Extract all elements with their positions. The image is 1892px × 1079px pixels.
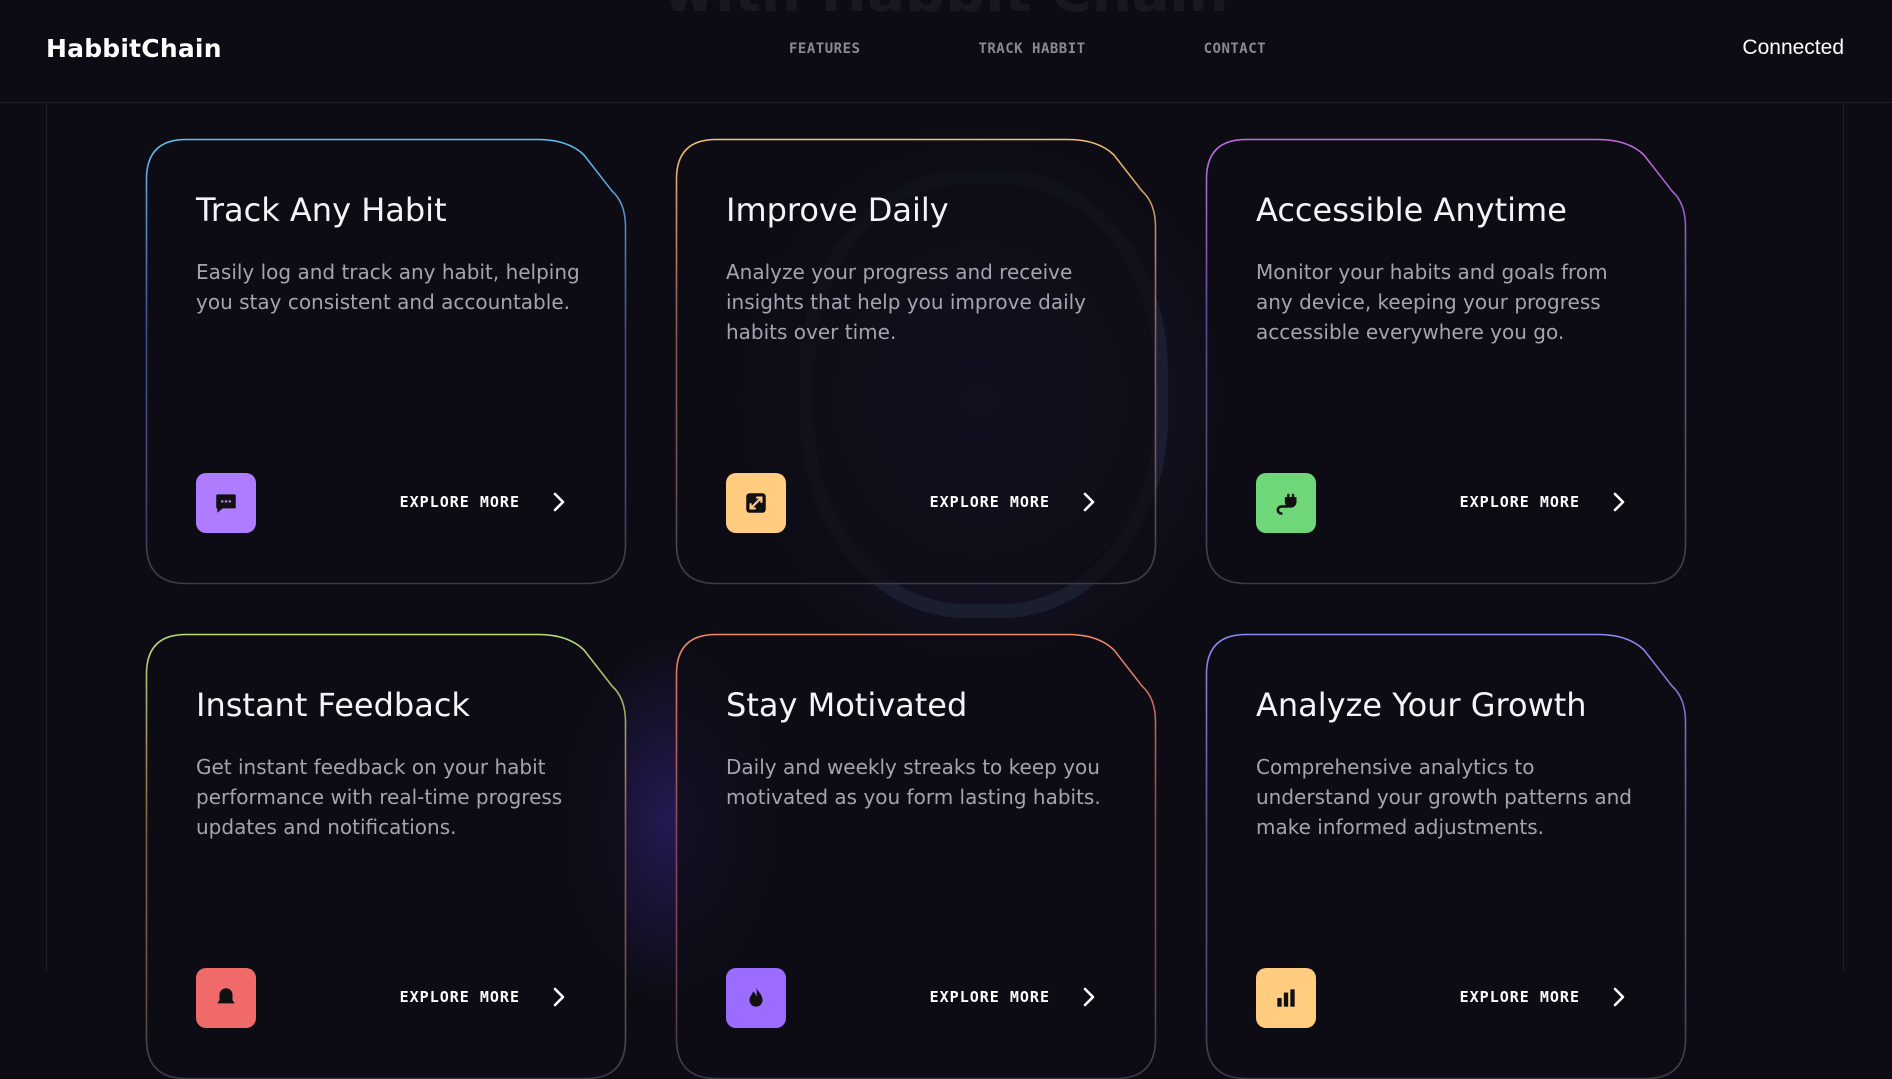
card-title: Track Any Habit — [196, 191, 447, 229]
card-description: Daily and weekly streaks to keep you mot… — [726, 755, 1101, 809]
explore-more-button[interactable]: EXPLORE MORE — [930, 492, 1096, 512]
wallet-status[interactable]: Connected — [1742, 36, 1844, 60]
plug-icon — [1272, 489, 1300, 517]
explore-more-label: EXPLORE MORE — [1459, 988, 1580, 1006]
nav-contact[interactable]: CONTACT — [1204, 41, 1267, 57]
explore-more-button[interactable]: EXPLORE MORE — [400, 492, 566, 512]
explore-more-label: EXPLORE MORE — [1459, 493, 1580, 511]
card-description: Easily log and track any habit, helping … — [196, 260, 580, 314]
card-title: Stay Motivated — [726, 686, 968, 724]
chevron-right-icon — [553, 492, 565, 512]
left-guide-line — [46, 102, 47, 972]
card-icon-badge — [726, 473, 786, 533]
chevron-right-icon — [1613, 987, 1625, 1007]
card-icon-badge — [196, 968, 256, 1028]
chart-icon — [1273, 985, 1299, 1011]
card-icon-badge — [196, 473, 256, 533]
card-description: Comprehensive analytics to understand yo… — [1256, 755, 1632, 839]
card-icon-badge — [726, 968, 786, 1028]
card-title: Accessible Anytime — [1256, 191, 1567, 229]
bell-icon — [213, 985, 239, 1011]
chevron-right-icon — [1083, 492, 1095, 512]
brand-logo[interactable]: HabbitChain — [46, 34, 222, 63]
card-title: Improve Daily — [726, 191, 949, 229]
chevron-right-icon — [553, 987, 565, 1007]
flame-icon — [743, 985, 769, 1011]
card-description: Get instant feedback on your habit perfo… — [196, 755, 563, 839]
nav-features[interactable]: FEATURES — [789, 41, 860, 57]
card-icon-badge — [1256, 968, 1316, 1028]
explore-more-label: EXPLORE MORE — [399, 988, 520, 1006]
explore-more-button[interactable]: EXPLORE MORE — [1460, 492, 1626, 512]
feature-card-accessible-anytime: Accessible Anytime Monitor your habits a… — [1205, 138, 1687, 585]
expand-arrows-icon — [743, 490, 769, 516]
chat-bubble-icon — [213, 490, 239, 516]
feature-card-analyze-your-growth: Analyze Your Growth Comprehensive analyt… — [1205, 633, 1687, 1079]
feature-card-stay-motivated: Stay Motivated Daily and weekly streaks … — [675, 633, 1157, 1079]
explore-more-button[interactable]: EXPLORE MORE — [400, 987, 566, 1007]
right-guide-line — [1843, 102, 1844, 972]
feature-card-instant-feedback: Instant Feedback Get instant feedback on… — [145, 633, 627, 1079]
card-description: Analyze your progress and receive insigh… — [726, 260, 1087, 344]
explore-more-label: EXPLORE MORE — [929, 988, 1050, 1006]
card-title: Instant Feedback — [196, 686, 470, 724]
main-nav: FEATURES TRACK HABBIT CONTACT — [789, 41, 1266, 57]
explore-more-button[interactable]: EXPLORE MORE — [930, 987, 1096, 1007]
chevron-right-icon — [1083, 987, 1095, 1007]
feature-card-improve-daily: Improve Daily Analyze your progress and … — [675, 138, 1157, 585]
chevron-right-icon — [1613, 492, 1625, 512]
top-header: HabbitChain FEATURES TRACK HABBIT CONTAC… — [0, 0, 1892, 103]
nav-track-habbit[interactable]: TRACK HABBIT — [978, 41, 1085, 57]
explore-more-button[interactable]: EXPLORE MORE — [1460, 987, 1626, 1007]
card-icon-badge — [1256, 473, 1316, 533]
feature-card-track-any-habit: Track Any Habit Easily log and track any… — [145, 138, 627, 585]
explore-more-label: EXPLORE MORE — [399, 493, 520, 511]
card-description: Monitor your habits and goals from any d… — [1256, 260, 1608, 344]
explore-more-label: EXPLORE MORE — [929, 493, 1050, 511]
card-title: Analyze Your Growth — [1256, 686, 1587, 724]
